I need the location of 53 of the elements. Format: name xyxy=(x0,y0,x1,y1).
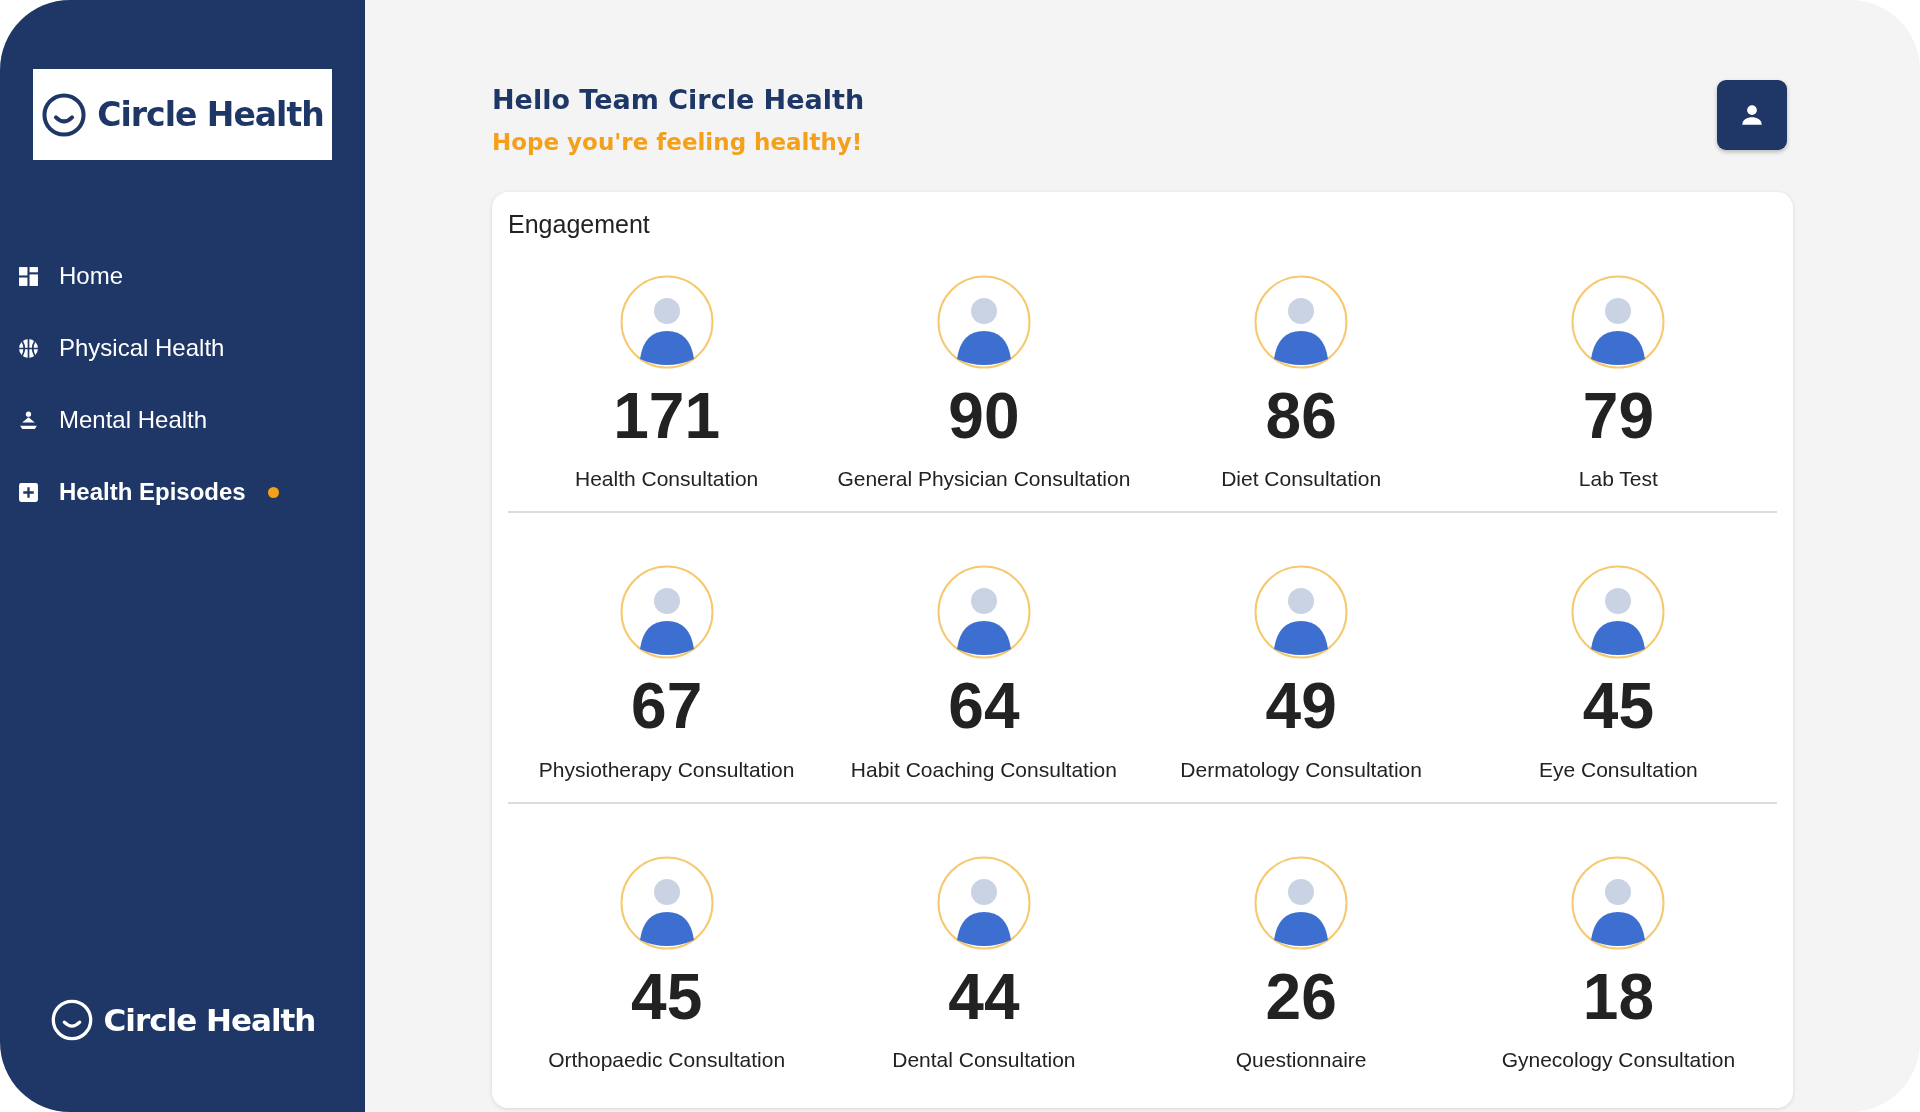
avatar-icon xyxy=(1571,275,1666,369)
ball-icon xyxy=(18,337,39,359)
stat-count: 86 xyxy=(1265,381,1337,452)
avatar-icon xyxy=(619,275,714,369)
person-icon xyxy=(1739,102,1765,128)
nav-item[interactable]: Mental Health xyxy=(18,406,365,434)
stat-count: 64 xyxy=(948,671,1020,742)
avatar-icon xyxy=(936,565,1031,660)
avatar-icon xyxy=(936,275,1031,369)
stat-label: Health Consultation xyxy=(575,467,759,492)
stat-label: Questionnaire xyxy=(1235,1048,1367,1073)
avatar-icon xyxy=(1254,855,1349,950)
stat-count: 171 xyxy=(613,381,720,452)
profile-button[interactable] xyxy=(1717,80,1787,150)
meditation-icon xyxy=(18,409,39,431)
stat-count: 67 xyxy=(631,671,703,742)
avatar-icon xyxy=(1571,855,1666,950)
stat-label: Gynecology Consultation xyxy=(1501,1048,1736,1073)
stat-label: Dermatology Consultation xyxy=(1180,757,1422,782)
smile-logo-icon xyxy=(41,91,88,138)
stat-count: 49 xyxy=(1265,671,1337,742)
stat-label: Diet Consultation xyxy=(1221,467,1382,492)
stat-label: Habit Coaching Consultation xyxy=(850,757,1117,782)
avatar-icon xyxy=(1571,565,1666,660)
nav-item[interactable]: Health Episodes xyxy=(18,478,365,506)
stat-count: 45 xyxy=(1582,671,1654,742)
stat-count: 45 xyxy=(631,961,703,1033)
stat-count: 90 xyxy=(948,381,1020,452)
stat-count: 79 xyxy=(1582,381,1654,452)
stat-label: General Physician Consultation xyxy=(837,467,1131,492)
smile-logo-icon xyxy=(49,998,94,1042)
stat-label: Orthopaedic Consultation xyxy=(548,1048,786,1073)
stat-label: Lab Test xyxy=(1578,467,1658,492)
avatar-icon xyxy=(1254,565,1349,660)
stat-label: Physiotherapy Consultation xyxy=(538,757,795,782)
avatar-icon xyxy=(936,855,1031,950)
plus-square-icon xyxy=(18,481,39,503)
stat-count: 44 xyxy=(948,961,1020,1033)
stat-count: 26 xyxy=(1265,961,1337,1033)
avatar-icon xyxy=(1254,275,1349,369)
greeting: Hello Team Circle Health xyxy=(492,84,865,115)
avatar-icon xyxy=(619,855,714,950)
card-title: Engagement xyxy=(508,210,651,239)
subtitle: Hope you're feeling healthy! xyxy=(492,129,864,155)
footer-logo-text: Circle Health xyxy=(103,1002,316,1038)
nav-item[interactable]: Home xyxy=(18,262,365,290)
stat-label: Dental Consultation xyxy=(892,1048,1076,1073)
logo-text: Circle Health xyxy=(97,95,324,134)
nav-item[interactable]: Physical Health xyxy=(18,334,365,362)
avatar-icon xyxy=(619,565,714,660)
stat-count: 18 xyxy=(1582,961,1654,1033)
grid-icon xyxy=(18,265,39,287)
stat-label: Eye Consultation xyxy=(1539,757,1698,782)
